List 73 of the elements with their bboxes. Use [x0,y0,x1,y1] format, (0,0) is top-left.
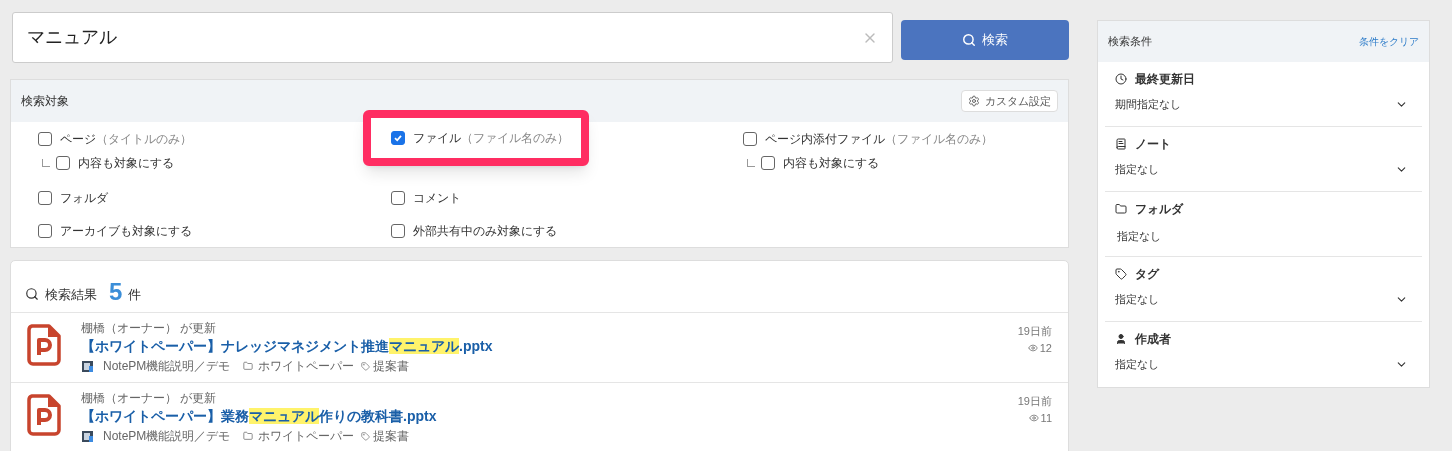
gear-icon [968,95,980,107]
option-label: ページ（タイトルのみ） [60,131,192,148]
checkbox[interactable] [38,132,52,146]
updater-text: 棚橋（オーナー） が更新 [81,391,218,406]
tag-name[interactable]: 提案書 [373,427,410,445]
results-label: 検索結果 [45,285,97,304]
folder-icon [243,431,254,441]
filter-value[interactable]: 指定なし [1117,228,1412,245]
updated-date: 19日前 [1017,324,1052,339]
option-label: コメント [413,189,461,207]
view-count: 12 [1039,340,1052,356]
option-label: アーカイブも対象にする [60,222,192,240]
option-label: ファイル（ファイル名のみ） [413,130,569,147]
tag-icon [361,361,371,371]
option-label: 外部共有中のみ対象にする [413,222,557,240]
view-count: 11 [1040,410,1052,426]
tree-branch-icon [747,159,755,167]
powerpoint-file-icon [27,394,61,436]
note-cover-icon [81,359,94,373]
folder-name[interactable]: ホワイトペーパー [258,357,355,375]
note-cover-icon [81,429,94,443]
filter-label: 作成者 [1135,331,1171,348]
results-unit: 件 [128,285,142,304]
filter-label: フォルダ [1135,201,1183,218]
tag-icon [1115,268,1127,280]
checkbox[interactable] [391,223,405,238]
checkbox[interactable] [761,156,775,170]
views-icon [1027,342,1038,353]
tree-branch-icon [42,159,50,167]
updated-date: 19日前 [1017,394,1052,409]
folder-name[interactable]: ホワイトペーパー [258,427,355,445]
search-input[interactable]: マニュアル [27,24,863,51]
option-label: フォルダ [60,189,108,207]
option-label: ページ内添付ファイル（ファイル名のみ） [765,131,993,148]
checkbox[interactable] [38,190,52,205]
updater-text: 棚橋（オーナー） が更新 [81,321,218,336]
search-icon [962,33,977,47]
folder-icon [243,361,254,371]
filter-label: ノート [1135,136,1171,153]
checkbox[interactable] [743,132,757,146]
filter-dropdown[interactable]: 指定なし [1115,161,1412,178]
notebook-icon [1115,138,1127,150]
filter-label: タグ [1135,266,1159,283]
tag-icon [361,431,371,441]
custom-settings-button[interactable]: カスタム設定 [961,90,1058,112]
tag-name[interactable]: 提案書 [373,357,410,375]
checkbox[interactable] [391,131,405,145]
clock-icon [1115,73,1127,85]
filter-dropdown[interactable]: 期間指定なし [1115,96,1412,113]
views-icon [1028,412,1039,423]
search-icon [25,287,39,301]
file-title-link[interactable]: 【ホワイトペーパー】業務マニュアル作りの教科書.pptx [81,406,1018,426]
panel-title: 検索対象 [21,93,69,110]
person-icon [1115,333,1127,345]
checkbox[interactable] [38,223,52,238]
filter-label: 最終更新日 [1135,71,1195,88]
option-label: 内容も対象にする [78,155,174,172]
folder-icon [1115,203,1127,215]
results-count: 5 [109,280,123,304]
file-title-link[interactable]: 【ホワイトペーパー】ナレッジマネジメント推進マニュアル.pptx [81,336,1018,356]
note-name[interactable]: NotePM機能説明／デモ [103,427,231,445]
filter-dropdown[interactable]: 指定なし [1115,291,1412,308]
check-icon [393,133,403,143]
note-name[interactable]: NotePM機能説明／デモ [103,357,231,375]
search-field[interactable]: マニュアル [12,12,894,63]
checkbox[interactable] [56,156,70,170]
checkbox[interactable] [391,190,405,205]
search-button[interactable]: 検索 [901,20,1069,60]
filter-dropdown[interactable]: 指定なし [1115,356,1412,373]
option-label: 内容も対象にする [783,155,879,172]
panel-title: 検索条件 [1108,34,1152,50]
powerpoint-file-icon [27,324,61,366]
clear-conditions-link[interactable]: 条件をクリア [1359,34,1419,49]
